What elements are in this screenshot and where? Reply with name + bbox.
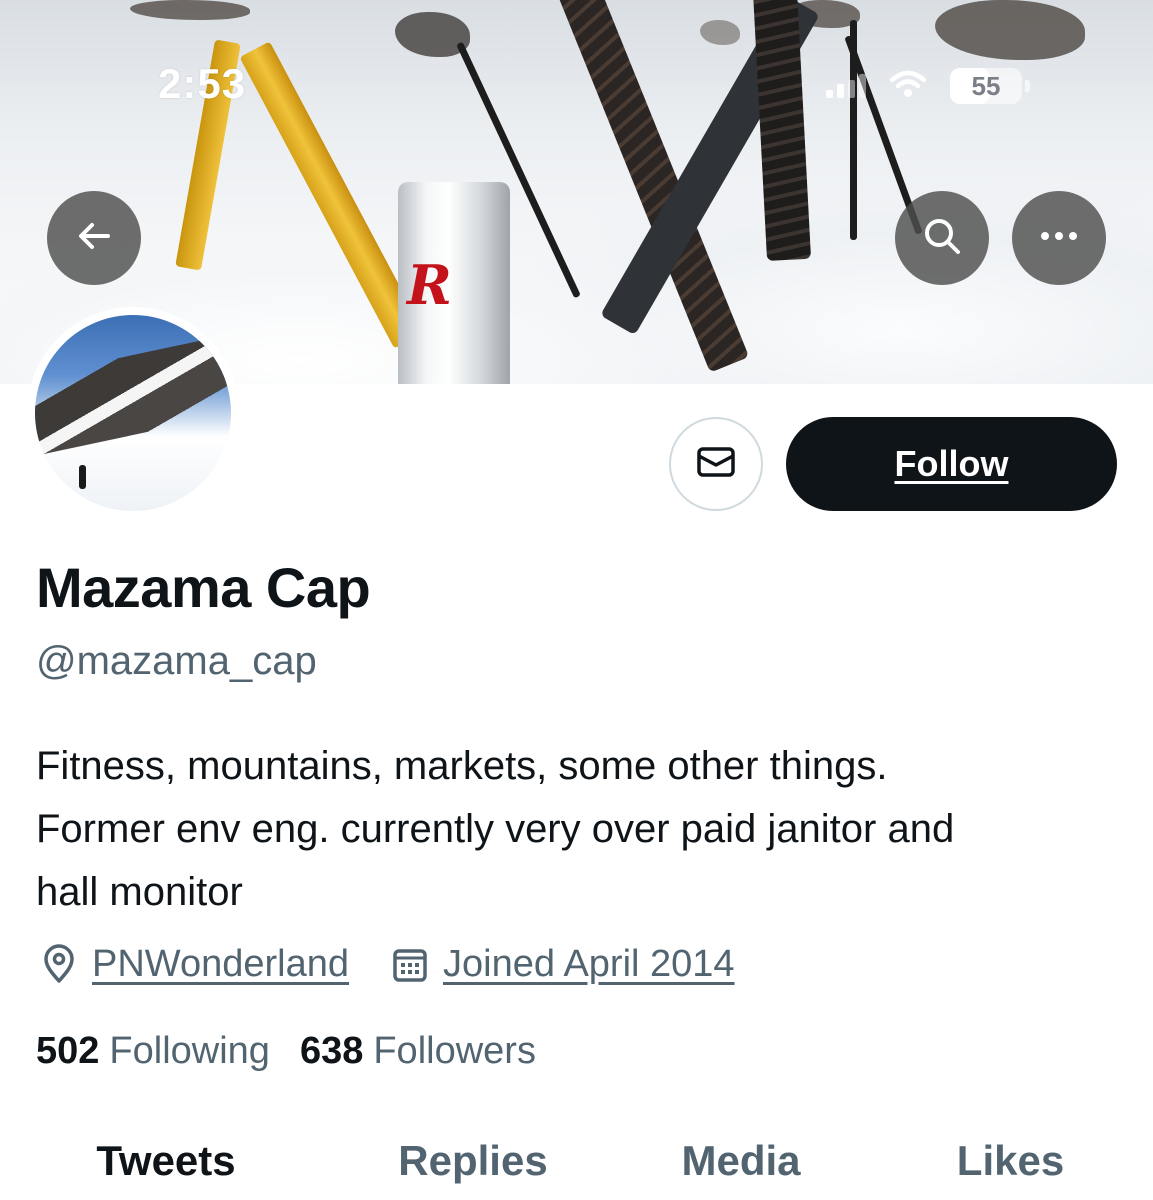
followers-stat[interactable]: 638 Followers <box>300 1030 536 1073</box>
follow-button[interactable]: Follow <box>786 417 1117 511</box>
profile-meta: PNWonderland Joined April 2014 <box>36 937 735 991</box>
status-icons: 55 <box>826 66 1030 106</box>
banner-rock <box>935 0 1085 60</box>
avatar-image <box>35 315 231 511</box>
back-button[interactable] <box>47 191 141 285</box>
envelope-icon <box>694 440 738 489</box>
followers-label: Followers <box>373 1029 536 1072</box>
bio-line: hall monitor <box>36 870 243 914</box>
following-count: 502 <box>36 1029 100 1072</box>
profile-bio: Fitness, mountains, markets, some other … <box>36 735 1126 924</box>
tab-media[interactable]: Media <box>614 1122 868 1200</box>
battery-icon: 55 <box>950 68 1030 104</box>
join-date: Joined April 2014 <box>387 941 735 987</box>
display-name: Mazama Cap <box>36 556 371 619</box>
profile-tabs: Tweets Replies Media Likes <box>0 1122 1153 1200</box>
followers-count: 638 <box>299 1029 364 1072</box>
bio-line: Fitness, mountains, markets, some other … <box>36 744 888 788</box>
search-button[interactable] <box>895 191 989 285</box>
avatar[interactable] <box>27 307 239 519</box>
status-time: 2:53 <box>158 60 247 107</box>
location-pin-icon <box>36 941 82 987</box>
banner-rock <box>130 0 250 20</box>
location: PNWonderland <box>36 941 349 987</box>
tab-replies[interactable]: Replies <box>332 1122 614 1200</box>
search-icon <box>920 214 964 263</box>
banner-rock <box>700 20 740 45</box>
message-button[interactable] <box>669 417 763 511</box>
banner-can-logo: R <box>407 253 452 317</box>
calendar-icon <box>387 941 433 987</box>
cellular-signal-icon <box>826 74 866 98</box>
follow-stats: 502 Following 638 Followers <box>36 1024 536 1078</box>
battery-percentage: 55 <box>971 70 1001 101</box>
banner-strap <box>239 41 425 349</box>
following-label: Following <box>109 1029 270 1072</box>
wifi-icon <box>888 69 928 104</box>
following-stat[interactable]: 502 Following <box>36 1030 270 1073</box>
joined-link[interactable]: Joined April 2014 <box>443 943 735 986</box>
arrow-left-icon <box>74 216 114 261</box>
user-handle: @mazama_cap <box>36 639 317 683</box>
more-horizontal-icon <box>1037 229 1081 247</box>
more-button[interactable] <box>1012 191 1106 285</box>
bio-line: Former env eng. currently very over paid… <box>36 807 955 851</box>
tab-tweets[interactable]: Tweets <box>0 1122 332 1200</box>
location-link[interactable]: PNWonderland <box>92 943 349 986</box>
tab-likes[interactable]: Likes <box>868 1122 1153 1200</box>
